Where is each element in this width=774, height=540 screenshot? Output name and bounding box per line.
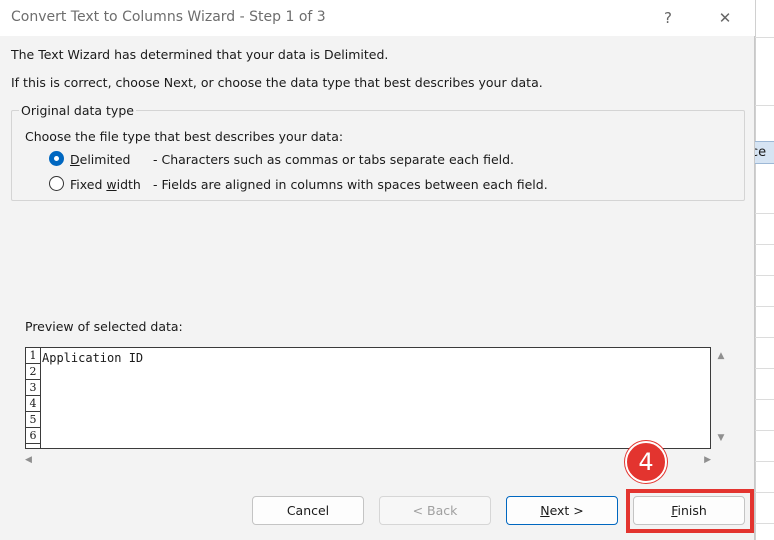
sheet-gridline: [755, 105, 774, 106]
close-icon[interactable]: ✕: [705, 4, 745, 32]
line-number: 6: [26, 428, 40, 444]
help-icon[interactable]: ?: [648, 4, 688, 32]
dialog-title: Convert Text to Columns Wizard - Step 1 …: [11, 9, 326, 25]
sheet-gridline: [755, 337, 774, 338]
sheet-gridline: [755, 399, 774, 400]
fixed-width-mnemonic: w: [106, 177, 117, 192]
sheet-gridline: [755, 368, 774, 369]
step-number-badge: 4: [625, 441, 667, 483]
preview-vertical-scrollbar[interactable]: ▲ ▼: [711, 347, 731, 449]
back-button[interactable]: < Back: [379, 496, 491, 525]
spreadsheet-background: [755, 0, 774, 540]
sheet-gridline: [755, 306, 774, 307]
dialog-titlebar[interactable]: Convert Text to Columns Wizard - Step 1 …: [0, 0, 755, 36]
sheet-gridline: [755, 523, 774, 524]
scroll-down-icon[interactable]: ▼: [711, 433, 731, 443]
preview-horizontal-scrollbar[interactable]: ◀ ▶: [25, 451, 711, 471]
line-number: 2: [26, 364, 40, 380]
delimited-label-rest: elimited: [79, 152, 131, 167]
delimited-label[interactable]: Delimited: [70, 152, 130, 167]
line-number: 5: [26, 412, 40, 428]
scroll-left-icon[interactable]: ◀: [25, 455, 45, 465]
sheet-gridline: [755, 275, 774, 276]
line-number: 3: [26, 380, 40, 396]
fixed-width-description: - Fields are aligned in columns with spa…: [153, 177, 548, 192]
fixed-width-option[interactable]: Fixed width - Fields are aligned in colu…: [47, 174, 548, 194]
fixed-width-label[interactable]: Fixed width: [70, 177, 141, 192]
fixed-width-label-rest: idth: [116, 177, 141, 192]
fixed-width-radio[interactable]: [49, 176, 64, 191]
preview-first-line: Application ID: [42, 351, 144, 365]
delimited-mnemonic: D: [70, 152, 80, 167]
preview-label: Preview of selected data:: [25, 319, 183, 334]
sheet-gridline: [755, 461, 774, 462]
scroll-up-icon[interactable]: ▲: [711, 351, 731, 361]
line-number: 4: [26, 396, 40, 412]
delimited-description: - Characters such as commas or tabs sepa…: [153, 152, 515, 167]
sheet-gridline: [755, 213, 774, 214]
group-prompt: Choose the file type that best describes…: [25, 129, 344, 144]
delimited-radio[interactable]: [49, 151, 64, 166]
sheet-gridline: [755, 492, 774, 493]
next-button[interactable]: Next >: [506, 496, 618, 525]
data-preview[interactable]: 1 2 3 4 5 6 Application ID: [25, 347, 711, 449]
cancel-button[interactable]: Cancel: [252, 496, 364, 525]
fixed-width-label-prefix: Fixed: [70, 177, 107, 192]
line-number: 1: [26, 348, 40, 364]
sheet-gridline: [755, 244, 774, 245]
next-mnemonic: N: [540, 503, 550, 518]
intro-text-2: If this is correct, choose Next, or choo…: [11, 75, 543, 90]
sheet-gridline: [755, 37, 774, 38]
intro-text-1: The Text Wizard has determined that your…: [11, 47, 389, 62]
preview-line-gutter: 1 2 3 4 5 6: [26, 348, 41, 448]
scroll-right-icon[interactable]: ▶: [691, 455, 711, 465]
group-legend: Original data type: [19, 103, 136, 118]
sheet-gridline: [755, 430, 774, 431]
delimited-option[interactable]: Delimited - Characters such as commas or…: [47, 149, 547, 169]
next-label-rest: ext >: [549, 503, 584, 518]
finish-highlight-box: [626, 489, 754, 533]
